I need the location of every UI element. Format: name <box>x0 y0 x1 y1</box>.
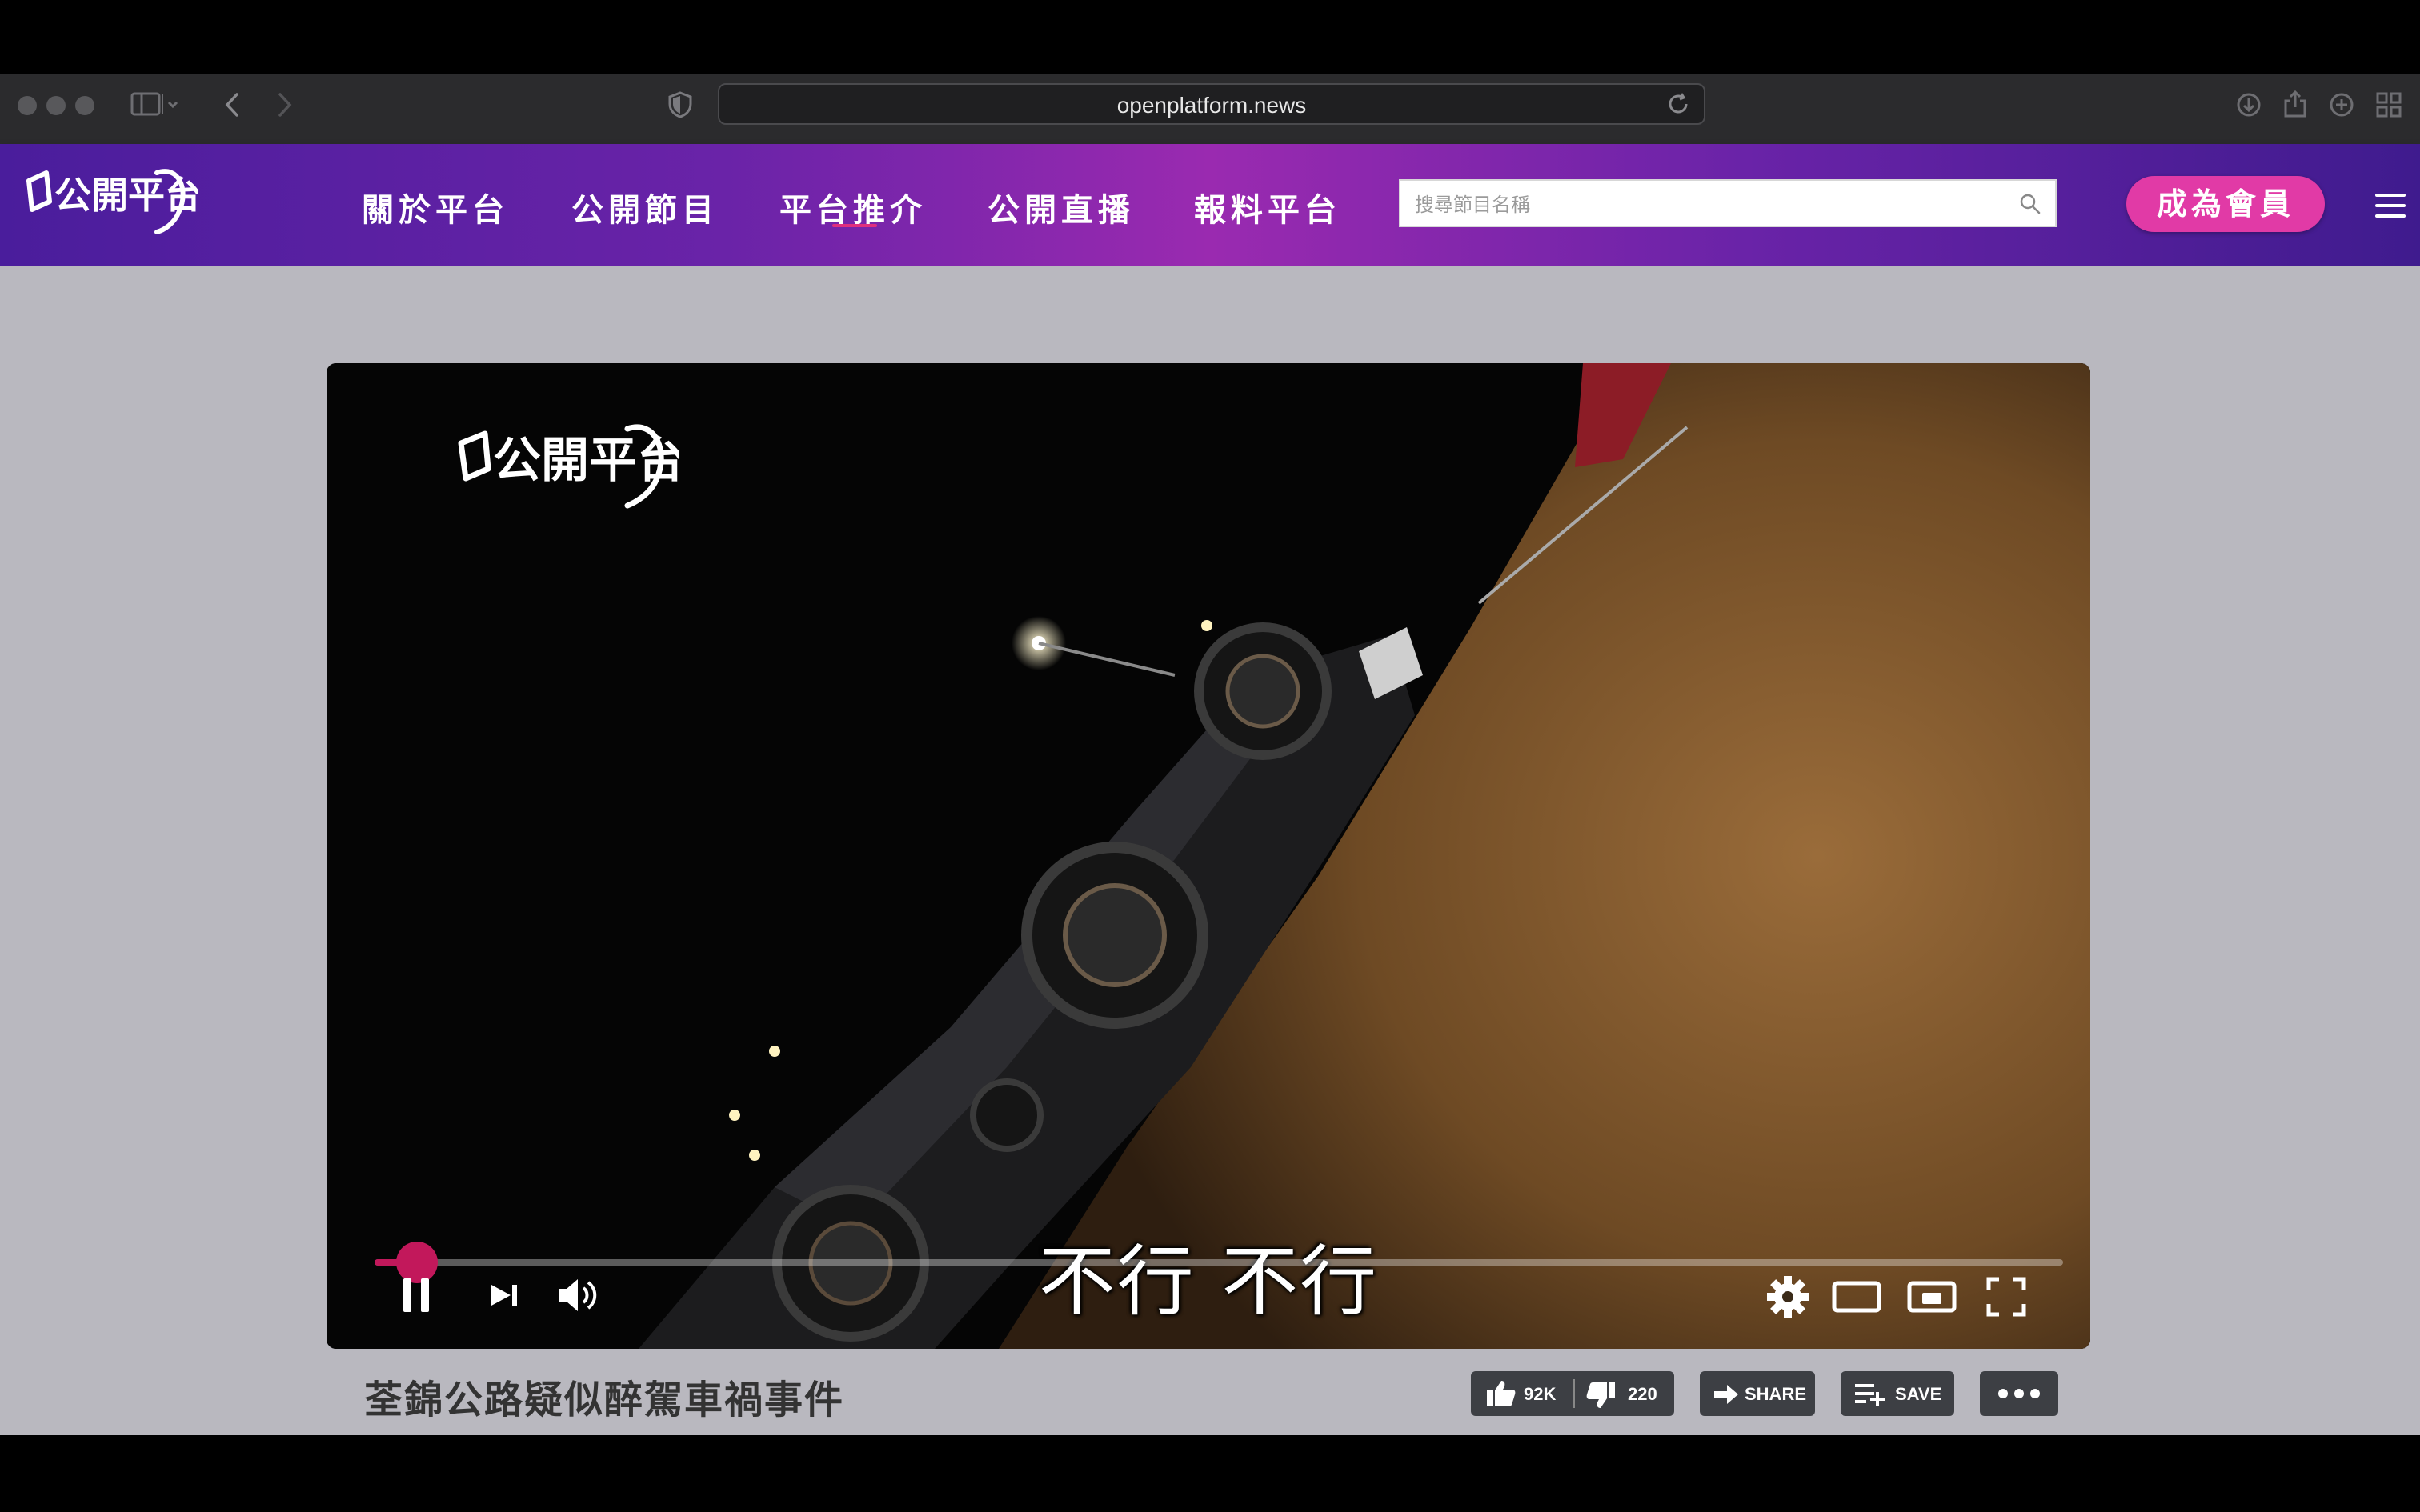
pause-icon <box>403 1278 429 1312</box>
skip-next-icon <box>491 1285 517 1306</box>
nav-programs[interactable]: 公開節目 <box>571 184 719 230</box>
downloads-icon[interactable] <box>2236 91 2262 118</box>
share-arrow-icon <box>1714 1385 1738 1404</box>
window-zoom-button[interactable] <box>75 96 94 115</box>
miniplayer-button[interactable] <box>1906 1275 1957 1318</box>
address-bar[interactable]: openplatform.news <box>718 83 1705 125</box>
nav-about[interactable]: 關於平台 <box>362 184 509 230</box>
thumbs-up-icon[interactable] <box>1485 1379 1517 1408</box>
gear-icon <box>1767 1276 1809 1318</box>
save-button[interactable]: SAVE <box>1841 1371 1954 1416</box>
next-button[interactable] <box>487 1275 522 1315</box>
search-icon[interactable] <box>2018 192 2042 216</box>
site-logo[interactable]: 公開平台 <box>22 162 198 250</box>
pause-button[interactable] <box>399 1275 434 1315</box>
search-input[interactable] <box>1415 189 2007 221</box>
join-member-button[interactable]: 成為會員 <box>2126 176 2325 232</box>
tab-overview-icon[interactable] <box>2375 91 2402 118</box>
video-title: 荃錦公路疑似醉駕車禍事件 <box>364 1378 845 1422</box>
site-header: 公開平台 關於平台 公開節目 平台推介 公開直播 報料平台 成為會員 <box>0 144 2420 266</box>
reload-icon[interactable] <box>1665 91 1691 117</box>
fullscreen-button[interactable] <box>1985 1275 2028 1318</box>
screen-top-bar <box>0 0 2420 74</box>
playlist-add-icon <box>1855 1384 1885 1406</box>
screen-bottom-bar <box>0 1435 2420 1512</box>
nav-live[interactable]: 公開直播 <box>988 184 1135 230</box>
dislike-count[interactable]: 220 <box>1628 1384 1657 1405</box>
search-box <box>1399 179 2057 227</box>
share-button[interactable]: SHARE <box>1700 1371 1815 1416</box>
hamburger-menu-icon[interactable] <box>2375 194 2406 218</box>
share-icon[interactable] <box>2282 90 2308 118</box>
video-watermark-logo: 公開平台 <box>458 424 679 509</box>
new-tab-icon[interactable] <box>2329 91 2354 118</box>
window-close-button[interactable] <box>18 96 37 115</box>
forward-icon[interactable] <box>274 91 294 118</box>
like-dislike-group: 92K 220 <box>1471 1371 1674 1416</box>
window-minimize-button[interactable] <box>46 96 66 115</box>
thumbs-down-icon[interactable] <box>1585 1381 1617 1410</box>
nav-tipoff[interactable]: 報料平台 <box>1194 184 1341 230</box>
volume-button[interactable] <box>555 1275 603 1315</box>
nav-active-indicator <box>832 224 877 227</box>
theater-mode-button[interactable] <box>1831 1275 1882 1318</box>
theater-mode-icon <box>1832 1281 1881 1313</box>
fullscreen-icon <box>1986 1277 2026 1317</box>
like-divider <box>1573 1379 1575 1408</box>
miniplayer-icon <box>1907 1281 1957 1313</box>
save-label: SAVE <box>1895 1384 1942 1404</box>
video-player[interactable]: 公開平台 不行 不行 <box>327 363 2090 1349</box>
video-watermark-text: 公開平台 <box>493 433 679 489</box>
privacy-shield-icon[interactable] <box>667 91 693 118</box>
back-icon[interactable] <box>222 91 243 118</box>
like-count[interactable]: 92K <box>1524 1384 1556 1405</box>
settings-button[interactable] <box>1764 1275 1812 1318</box>
volume-icon <box>559 1279 597 1311</box>
more-horizontal-icon <box>1998 1389 2040 1398</box>
more-options-button[interactable] <box>1980 1371 2058 1416</box>
address-bar-url: openplatform.news <box>1116 93 1307 118</box>
share-label: SHARE <box>1745 1384 1807 1404</box>
sidebar-toggle-icon[interactable] <box>130 91 183 118</box>
progress-bar[interactable] <box>375 1242 2063 1283</box>
